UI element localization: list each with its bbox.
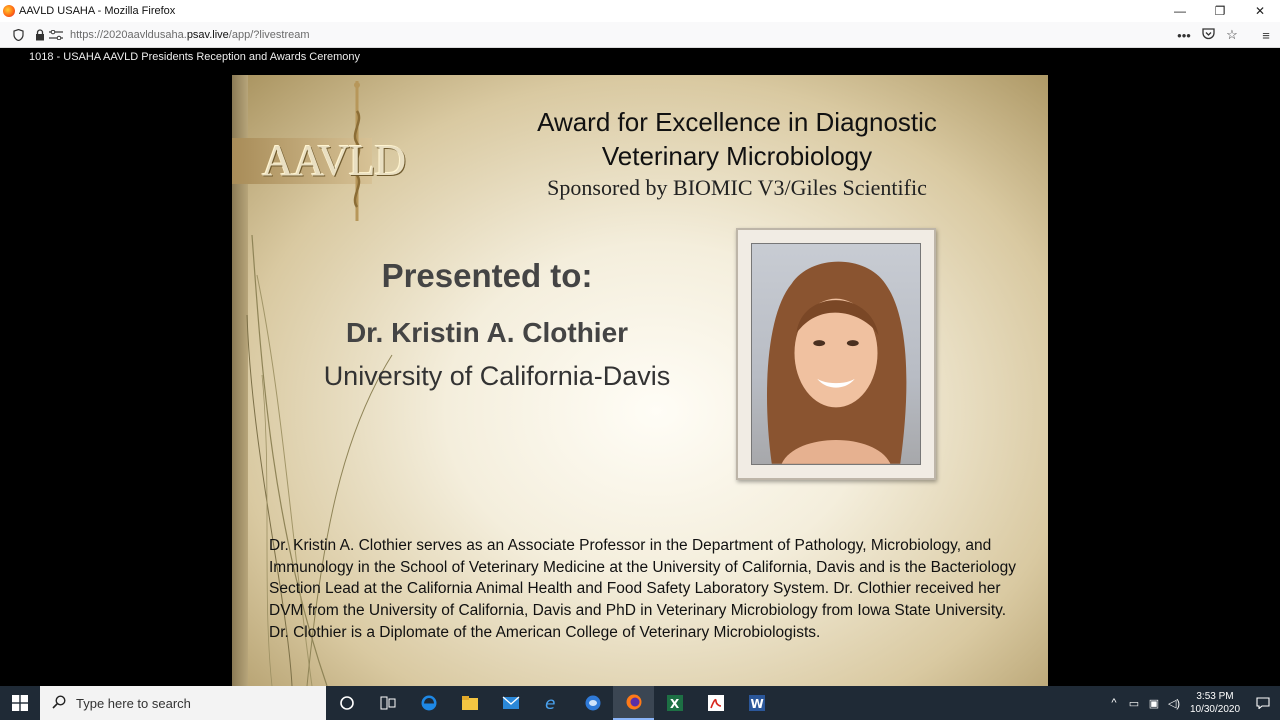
recipient-affiliation: University of California-Davis <box>323 361 671 391</box>
presented-to-heading: Presented to: <box>381 257 593 294</box>
search-placeholder: Type here to search <box>76 695 191 711</box>
award-title-line2: Veterinary Microbiology <box>601 141 873 171</box>
task-view-icon[interactable] <box>367 686 408 720</box>
award-title-line1: Award for Excellence in Diagnostic <box>537 107 937 137</box>
recipient-name: Dr. Kristin A. Clothier <box>345 317 629 348</box>
permissions-icon[interactable] <box>48 27 64 43</box>
url-prefix: https://2020aavldusaha. <box>70 28 187 41</box>
tracking-shield-icon[interactable] <box>10 27 26 43</box>
url-bar[interactable]: https://2020aavldusaha.psav.live/app/?li… <box>70 29 310 41</box>
recipient-bio: Dr. Kristin A. Clothier serves as an Ass… <box>269 537 1016 641</box>
search-icon <box>52 694 66 712</box>
aavld-logo: AAVLD <box>262 136 406 185</box>
network-icon[interactable]: ▣ <box>1144 697 1164 710</box>
firefox-logo-icon <box>3 5 15 17</box>
page-actions-icon[interactable]: ••• <box>1176 28 1192 43</box>
windows-logo-icon <box>12 695 28 711</box>
stream-title: 1018 - USAHA AAVLD Presidents Reception … <box>29 51 360 63</box>
acrobat-icon[interactable] <box>695 686 736 720</box>
bookmark-star-icon[interactable]: ☆ <box>1224 27 1240 43</box>
window-title: AAVLD USAHA - Mozilla Firefox <box>19 5 176 17</box>
system-tray: ^ ▭ ▣ ◁) 3:53 PM 10/30/2020 <box>1104 686 1280 720</box>
pocket-icon[interactable] <box>1200 27 1216 43</box>
minimize-button[interactable]: — <box>1160 0 1200 22</box>
recipient-photo <box>751 243 921 465</box>
award-title: Award for Excellence in Diagnostic Veter… <box>482 105 992 173</box>
window-titlebar: AAVLD USAHA - Mozilla Firefox — ❐ ✕ <box>0 0 1280 22</box>
hamburger-menu-icon[interactable]: ≡ <box>1258 28 1274 43</box>
edge-icon[interactable] <box>408 686 449 720</box>
url-path: /app/?livestream <box>228 28 310 41</box>
window-controls: — ❐ ✕ <box>1160 0 1280 22</box>
volume-icon[interactable]: ◁) <box>1164 697 1184 710</box>
svg-text:W: W <box>750 697 763 711</box>
taskbar-clock[interactable]: 3:53 PM 10/30/2020 <box>1184 690 1246 716</box>
clock-time: 3:53 PM <box>1196 691 1234 702</box>
excel-icon[interactable]: X <box>654 686 695 720</box>
lock-icon[interactable] <box>32 27 48 43</box>
mail-icon[interactable] <box>490 686 531 720</box>
svg-text:e: e <box>545 694 555 712</box>
clock-date: 10/30/2020 <box>1189 704 1241 715</box>
cortana-icon[interactable] <box>326 686 367 720</box>
firefox-taskbar-icon[interactable] <box>613 686 654 720</box>
file-explorer-icon[interactable] <box>449 686 490 720</box>
navigation-bar: https://2020aavldusaha.psav.live/app/?li… <box>0 22 1280 48</box>
award-sponsor: Sponsored by BIOMIC V3/Giles Scientific <box>547 175 927 200</box>
close-button[interactable]: ✕ <box>1240 0 1280 22</box>
recipient-photo-frame <box>736 228 936 480</box>
word-icon[interactable]: W <box>736 686 777 720</box>
nav-actions: ••• ☆ ≡ <box>1176 22 1274 48</box>
svg-text:X: X <box>670 697 680 711</box>
internet-explorer-icon[interactable]: e <box>531 686 572 720</box>
battery-icon[interactable]: ▭ <box>1124 697 1144 710</box>
taskbar-search-box[interactable]: Type here to search <box>40 686 326 720</box>
windows-taskbar: Type here to search e X W ^ ▭ ▣ ◁) 3:53 … <box>0 686 1280 720</box>
url-host: psav.live <box>186 28 229 41</box>
start-button[interactable] <box>0 686 40 720</box>
notification-center-icon[interactable] <box>1246 686 1280 720</box>
restore-button[interactable]: ❐ <box>1200 0 1240 22</box>
show-hidden-icons-icon[interactable]: ^ <box>1104 697 1124 709</box>
presentation-slide: AAVLD Award for Excellence in Diagnostic… <box>232 75 1048 686</box>
outlook-icon[interactable] <box>572 686 613 720</box>
